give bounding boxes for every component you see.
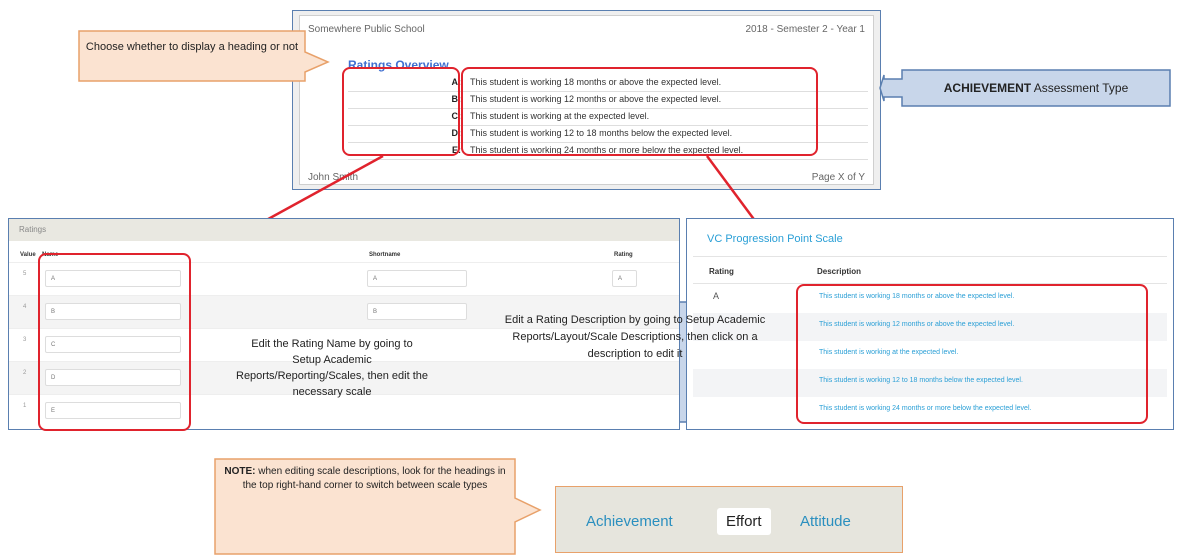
scale-type-tabs: Achievement Effort Attitude	[555, 486, 903, 553]
tab-achievement[interactable]: Achievement	[586, 508, 673, 535]
heading-callout-shape	[78, 30, 330, 82]
assessment-type-bold: ACHIEVEMENT	[943, 81, 1032, 95]
heading-callout-text: Choose whether to display a heading or n…	[85, 41, 299, 53]
col-header-shortname: Shortname	[369, 252, 401, 258]
col-header-rating: Rating	[614, 252, 633, 258]
description-highlight-box	[796, 284, 1148, 424]
rating-rating-input[interactable]: A	[612, 270, 637, 287]
vc-grade: A	[713, 291, 720, 301]
rating-value: 1	[23, 403, 27, 409]
note-bold: NOTE:	[224, 466, 256, 477]
rating-shortname-input[interactable]: A	[367, 270, 467, 287]
assessment-type-rest: Assessment Type	[1031, 81, 1129, 95]
rating-shortname-input[interactable]: B	[367, 303, 467, 320]
rating-name-highlight-box	[38, 253, 191, 431]
note-callout-text: NOTE: when editing scale descriptions, l…	[220, 465, 510, 493]
rating-value: 3	[23, 337, 27, 343]
vc-panel-title: VC Progression Point Scale	[707, 233, 843, 245]
col-header-rating: Rating	[709, 267, 734, 276]
divider	[693, 256, 1167, 257]
rating-value: 4	[23, 304, 27, 310]
note-rest: when editing scale descriptions, look fo…	[242, 466, 506, 491]
ratings-panel-title: Ratings	[9, 219, 679, 241]
tab-effort[interactable]: Effort	[717, 508, 771, 535]
rating-value: 5	[23, 271, 27, 277]
col-header-value: Value	[20, 252, 36, 258]
col-header-description: Description	[817, 267, 862, 276]
tab-attitude[interactable]: Attitude	[800, 508, 851, 535]
assessment-type-callout: ACHIEVEMENT Assessment Type	[905, 81, 1167, 96]
rating-desc-callout-text: Edit a Rating Description by going to Se…	[504, 314, 766, 360]
rating-name-callout-text: Edit the Rating Name by going to Setup A…	[236, 338, 429, 398]
rating-value: 2	[23, 370, 27, 376]
